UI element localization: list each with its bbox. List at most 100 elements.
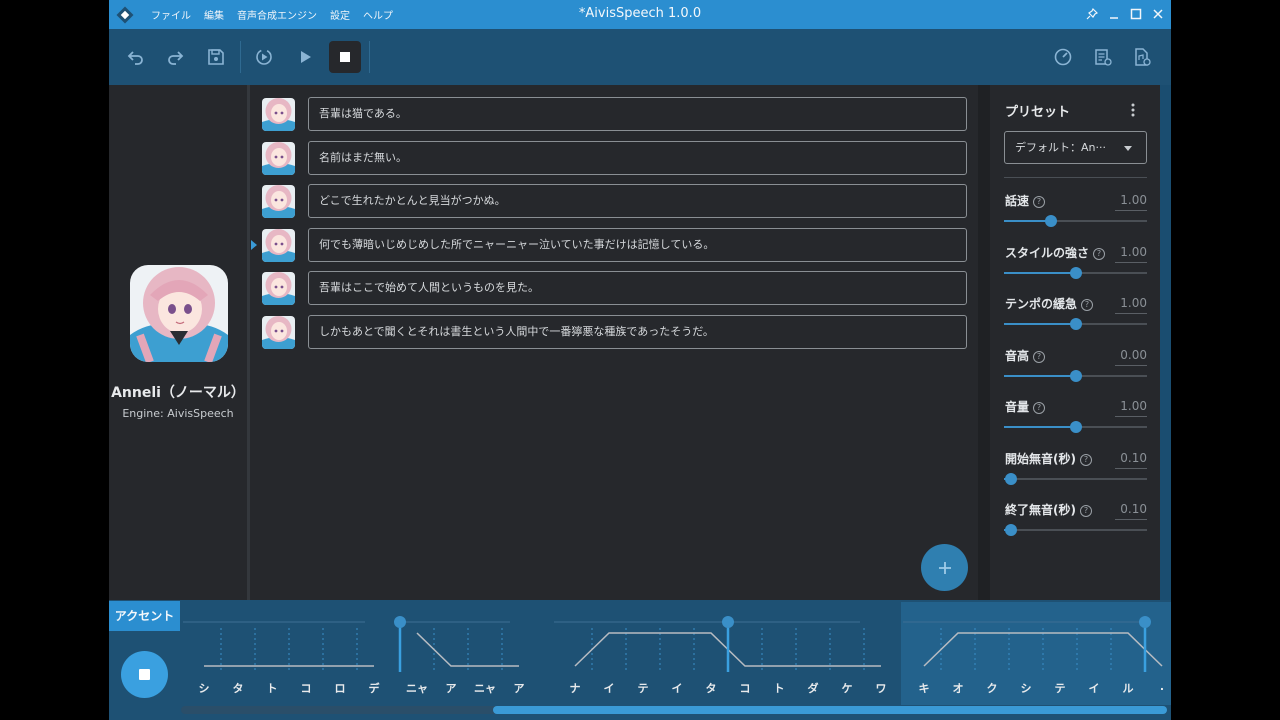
audio-cell[interactable]: 何でも薄暗いじめじめした所でニャーニャー泣いていた事だけは記憶している。 xyxy=(250,227,978,262)
mora-label[interactable]: ナ xyxy=(558,680,592,696)
right-panel-divider[interactable] xyxy=(978,85,990,600)
close-button[interactable] xyxy=(1151,4,1165,24)
cell-character-icon[interactable] xyxy=(262,98,295,131)
mora-label[interactable]: コ xyxy=(728,680,762,696)
mora-label[interactable]: ク xyxy=(975,680,1009,696)
undo-button[interactable] xyxy=(120,41,152,73)
mora-label[interactable]: ケ xyxy=(830,680,864,696)
cell-character-icon[interactable] xyxy=(262,228,295,262)
help-icon[interactable]: ? xyxy=(1033,402,1046,414)
param-value-input[interactable]: 1.00 xyxy=(1115,296,1147,314)
param-value-input[interactable]: 0.10 xyxy=(1115,451,1147,469)
save-button[interactable] xyxy=(200,41,232,73)
stop-button[interactable] xyxy=(329,41,361,73)
audio-cell[interactable]: 吾輩はここで始めて人間というものを見た。 xyxy=(250,271,978,305)
export-audio-button[interactable] xyxy=(1126,41,1158,73)
audio-cell[interactable]: 吾輩は猫である。 xyxy=(250,97,978,131)
param-slider[interactable] xyxy=(1004,215,1147,227)
export-text-button[interactable] xyxy=(1087,41,1119,73)
mora-label[interactable]: イ xyxy=(1077,680,1111,696)
slider-thumb[interactable] xyxy=(1069,266,1082,279)
tab-accent[interactable]: アクセント xyxy=(109,601,180,631)
mora-label[interactable]: オ xyxy=(941,680,975,696)
play-continuous-button[interactable] xyxy=(248,41,280,73)
mora-label[interactable]: テ xyxy=(1043,680,1077,696)
gauge-button[interactable] xyxy=(1047,41,1079,73)
accent-handle[interactable] xyxy=(1139,616,1151,628)
help-icon[interactable]: ? xyxy=(1093,247,1106,260)
slider-thumb[interactable] xyxy=(1045,215,1058,227)
accent-handle[interactable] xyxy=(722,616,734,628)
mora-label[interactable]: ア xyxy=(502,680,536,696)
play-button[interactable] xyxy=(289,41,321,73)
accent-scrollbar-thumb[interactable] xyxy=(493,706,1167,714)
cell-text-input[interactable]: 吾輩は猫である。 xyxy=(308,97,967,131)
maximize-button[interactable] xyxy=(1129,4,1143,24)
mora-label[interactable]: シ xyxy=(187,680,221,696)
character-portrait[interactable] xyxy=(130,265,228,362)
mora-label[interactable]: ダ xyxy=(796,680,830,696)
slider-thumb[interactable] xyxy=(1069,369,1082,382)
slider-thumb[interactable] xyxy=(1005,472,1018,485)
mora-label[interactable]: タ xyxy=(694,680,728,696)
mora-label[interactable]: キ xyxy=(907,680,941,696)
mora-label[interactable]: ト xyxy=(762,680,796,696)
cell-text-input[interactable]: 何でも薄暗いじめじめした所でニャーニャー泣いていた事だけは記憶している。 xyxy=(308,227,967,262)
mora-label[interactable]: ル xyxy=(1111,680,1145,696)
cell-text-input[interactable]: 名前はまだ無い。 xyxy=(308,140,967,175)
accent-handle[interactable] xyxy=(394,616,406,628)
mora-label[interactable]: イ xyxy=(592,680,626,696)
mora-label[interactable]: コ xyxy=(289,680,323,696)
menu-help[interactable]: ヘルプ xyxy=(363,7,393,22)
cell-character-icon[interactable] xyxy=(262,185,295,218)
mora-label[interactable]: イ xyxy=(660,680,694,696)
cell-character-icon[interactable] xyxy=(262,141,295,175)
mora-label[interactable]: . xyxy=(1145,680,1171,696)
cell-character-icon[interactable] xyxy=(262,315,295,349)
menu-edit[interactable]: 編集 xyxy=(204,7,224,22)
param-value-input[interactable]: 0.00 xyxy=(1115,348,1147,366)
help-icon[interactable]: ? xyxy=(1033,350,1046,363)
help-icon[interactable]: ? xyxy=(1079,505,1092,517)
cell-character-icon[interactable] xyxy=(262,272,295,305)
minimize-button[interactable] xyxy=(1107,4,1121,24)
param-slider[interactable] xyxy=(1004,266,1147,279)
param-value-input[interactable]: 1.00 xyxy=(1115,193,1147,211)
audio-cell[interactable]: 名前はまだ無い。 xyxy=(250,140,978,175)
param-slider[interactable] xyxy=(1004,318,1147,330)
stop-playback-button[interactable] xyxy=(121,651,168,698)
audio-cell[interactable]: しかもあとで聞くとそれは書生という人間中で一番獰悪な種族であったそうだ。 xyxy=(250,314,978,349)
mora-label[interactable]: ト xyxy=(255,680,289,696)
slider-thumb[interactable] xyxy=(1005,524,1018,536)
pin-button[interactable] xyxy=(1085,4,1099,24)
mora-label[interactable]: デ xyxy=(357,680,391,696)
param-slider[interactable] xyxy=(1004,369,1147,382)
param-value-input[interactable]: 0.10 xyxy=(1115,502,1147,520)
param-value-input[interactable]: 1.00 xyxy=(1115,399,1147,417)
mora-label[interactable]: ニャ xyxy=(400,680,434,696)
param-value-input[interactable]: 1.00 xyxy=(1115,245,1147,263)
add-cell-button[interactable] xyxy=(921,544,968,591)
menu-file[interactable]: ファイル xyxy=(151,7,191,22)
slider-thumb[interactable] xyxy=(1069,421,1082,433)
right-panel-scrollbar[interactable] xyxy=(1160,85,1171,600)
help-icon[interactable]: ? xyxy=(1079,453,1092,466)
mora-label[interactable]: ロ xyxy=(323,680,357,696)
mora-label[interactable]: ニャ xyxy=(468,680,502,696)
mora-label[interactable]: シ xyxy=(1009,680,1043,696)
preset-select[interactable]: デフォルト：An··· xyxy=(1004,131,1147,164)
cell-text-input[interactable]: 吾輩はここで始めて人間というものを見た。 xyxy=(308,271,967,305)
cell-text-input[interactable]: しかもあとで聞くとそれは書生という人間中で一番獰悪な種族であったそうだ。 xyxy=(308,314,967,349)
mora-label[interactable]: ワ xyxy=(864,680,898,696)
help-icon[interactable]: ? xyxy=(1081,299,1094,311)
param-slider[interactable] xyxy=(1004,472,1147,485)
redo-button[interactable] xyxy=(159,41,191,73)
audio-cell[interactable]: どこで生れたかとんと見当がつかぬ。 xyxy=(250,184,978,218)
mora-label[interactable]: ア xyxy=(434,680,468,696)
more-vertical-icon[interactable] xyxy=(1128,102,1138,118)
slider-thumb[interactable] xyxy=(1069,318,1082,330)
help-icon[interactable]: ? xyxy=(1033,196,1046,208)
menu-settings[interactable]: 設定 xyxy=(330,7,350,22)
cell-text-input[interactable]: どこで生れたかとんと見当がつかぬ。 xyxy=(308,184,967,218)
param-slider[interactable] xyxy=(1004,524,1147,536)
